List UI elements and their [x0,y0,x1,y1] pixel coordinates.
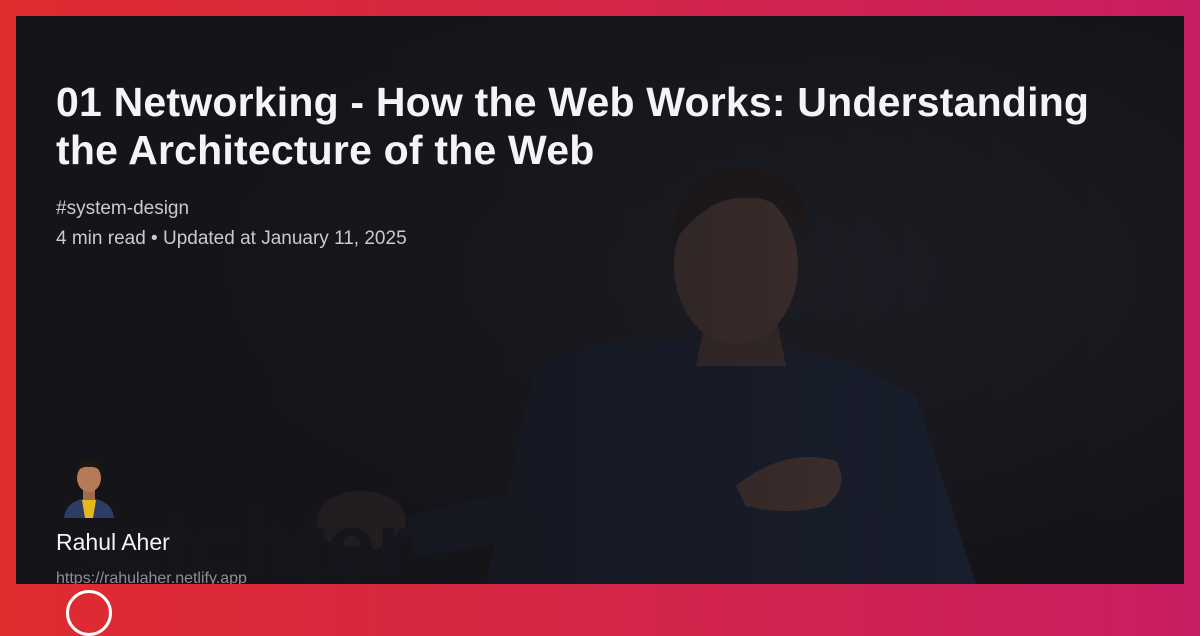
site-logo-icon [66,590,112,636]
post-title: 01 Networking - How the Web Works: Under… [56,79,1090,173]
og-card: lectchter 01 Networking - How the Web Wo… [16,16,1184,584]
post-header: 01 Networking - How the Web Works: Under… [56,78,1144,250]
post-meta: 4 min read • Updated at January 11, 2025 [56,228,407,249]
avatar [64,460,114,518]
author-block: Rahul Aher https://rahulaher.netlify.app [56,456,247,584]
author-name: Rahul Aher [56,529,170,555]
author-url[interactable]: https://rahulaher.netlify.app [56,570,247,584]
post-tag[interactable]: #system-design [56,198,1144,220]
